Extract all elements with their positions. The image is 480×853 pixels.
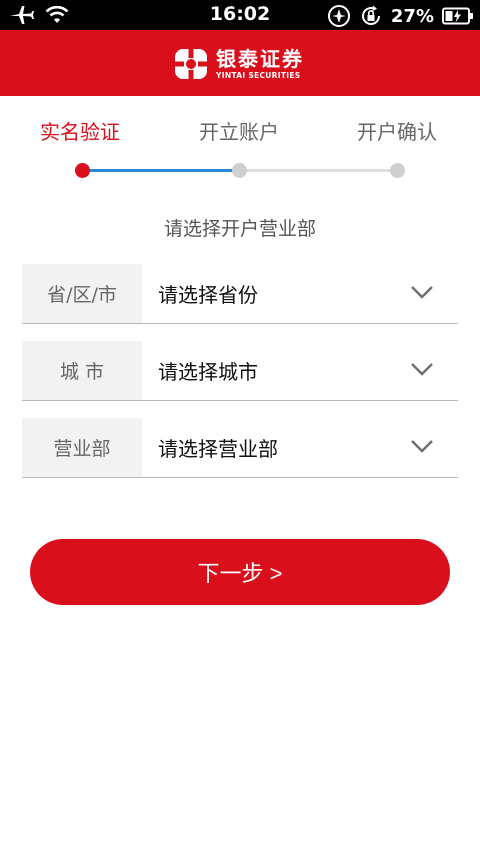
- battery-charging-icon: [442, 7, 473, 25]
- status-right: 27%: [327, 4, 474, 28]
- chevron-down-icon: [411, 363, 433, 376]
- branch-row: 营业部 请选择营业部: [22, 418, 458, 478]
- brand-name-cn: 银泰证券: [216, 46, 304, 71]
- step-track-progress: [88, 169, 234, 172]
- city-label: 城 市: [22, 341, 142, 400]
- province-row: 省/区/市 请选择省份: [22, 264, 458, 324]
- branch-label: 营业部: [22, 418, 142, 477]
- chevron-down-icon: [411, 440, 433, 453]
- brand-logo: 银泰证券 YINTAI SECURITIES: [174, 48, 304, 80]
- brand-name-en: YINTAI SECURITIES: [216, 70, 301, 80]
- city-row: 城 市 请选择城市: [22, 341, 458, 401]
- next-step-button[interactable]: 下一步 >: [30, 539, 450, 605]
- step-dot-verify: [75, 163, 90, 178]
- step-indicator: 实名验证 开立账户 开户确认: [0, 96, 480, 196]
- province-label: 省/区/市: [22, 264, 142, 323]
- step-dot-confirm: [390, 163, 405, 178]
- brand-logo-icon: [175, 49, 207, 79]
- province-select[interactable]: 请选择省份: [142, 264, 458, 323]
- step-label-open-account: 开立账户: [199, 120, 279, 144]
- status-bar: 16:02 27%: [0, 0, 480, 30]
- step-dot-open-account: [232, 163, 247, 178]
- city-select-value: 请选择城市: [158, 360, 258, 384]
- step-track-remaining: [244, 169, 394, 172]
- app-header: 银泰证券 YINTAI SECURITIES: [0, 30, 480, 96]
- battery-percent: 27%: [390, 5, 434, 27]
- city-select[interactable]: 请选择城市: [142, 341, 458, 400]
- step-label-verify: 实名验证: [40, 120, 120, 144]
- chevron-down-icon: [411, 286, 433, 299]
- branch-select[interactable]: 请选择营业部: [142, 418, 458, 477]
- location-icon: [327, 5, 350, 27]
- branch-select-value: 请选择营业部: [158, 437, 278, 461]
- province-select-value: 请选择省份: [158, 283, 258, 307]
- step-label-confirm: 开户确认: [357, 120, 437, 144]
- rotation-lock-icon: [361, 5, 380, 25]
- form-title: 请选择开户营业部: [163, 218, 316, 240]
- brand-text: 银泰证券 YINTAI SECURITIES: [216, 49, 304, 80]
